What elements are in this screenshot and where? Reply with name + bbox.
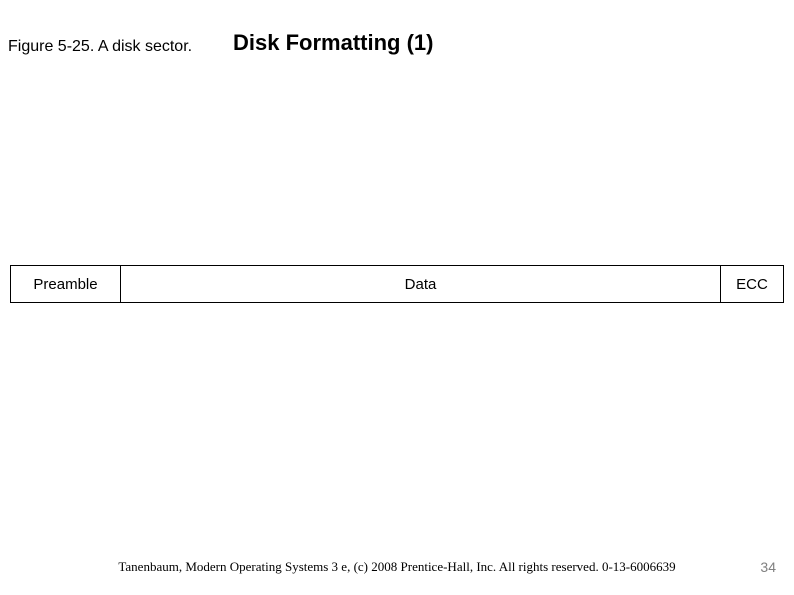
disk-sector-diagram: Preamble Data ECC <box>10 265 784 303</box>
sector-ecc-cell: ECC <box>721 266 783 302</box>
figure-caption: Figure 5-25. A disk sector. <box>8 38 192 56</box>
slide-title: Disk Formatting (1) <box>233 30 433 56</box>
page-number: 34 <box>760 559 776 575</box>
sector-preamble-cell: Preamble <box>11 266 121 302</box>
sector-data-cell: Data <box>121 266 721 302</box>
footer-citation: Tanenbaum, Modern Operating Systems 3 e,… <box>0 559 794 575</box>
